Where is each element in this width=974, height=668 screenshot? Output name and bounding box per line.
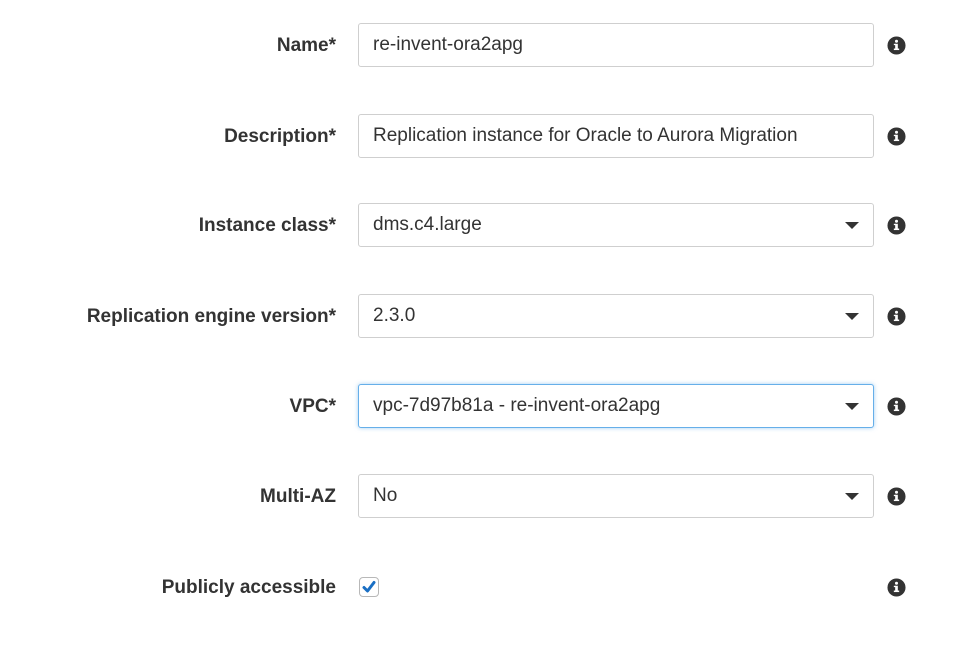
vpc-row: VPC* vpc-7d97b81a - re-invent-ora2apg xyxy=(0,384,974,430)
checkmark-icon xyxy=(362,581,376,593)
caret-down-icon xyxy=(845,403,859,410)
multi-az-value: No xyxy=(373,485,398,506)
vpc-label: VPC* xyxy=(289,396,336,417)
description-row: Description* xyxy=(0,114,974,160)
instance-class-select[interactable]: dms.c4.large xyxy=(358,203,874,247)
vpc-select[interactable]: vpc-7d97b81a - re-invent-ora2apg xyxy=(358,384,874,428)
description-input[interactable] xyxy=(358,114,874,158)
engine-version-value: 2.3.0 xyxy=(373,305,416,326)
caret-down-icon xyxy=(845,493,859,500)
multi-az-row: Multi-AZ No xyxy=(0,474,974,520)
publicly-accessible-label: Publicly accessible xyxy=(161,577,336,598)
engine-version-label: Replication engine version* xyxy=(86,306,336,327)
publicly-accessible-row: Publicly accessible xyxy=(0,565,974,611)
publicly-accessible-checkbox[interactable] xyxy=(359,577,379,597)
instance-class-label: Instance class* xyxy=(198,215,336,236)
name-label: Name* xyxy=(276,35,336,56)
caret-down-icon xyxy=(845,222,859,229)
caret-down-icon xyxy=(845,313,859,320)
info-icon[interactable] xyxy=(887,36,906,55)
instance-class-row: Instance class* dms.c4.large xyxy=(0,203,974,249)
engine-version-select[interactable]: 2.3.0 xyxy=(358,294,874,338)
engine-version-row: Replication engine version* 2.3.0 xyxy=(0,294,974,340)
multi-az-label: Multi-AZ xyxy=(260,486,336,507)
info-icon[interactable] xyxy=(887,578,906,597)
name-row: Name* xyxy=(0,23,974,69)
info-icon[interactable] xyxy=(887,487,906,506)
instance-class-value: dms.c4.large xyxy=(373,214,482,235)
info-icon[interactable] xyxy=(887,216,906,235)
name-input[interactable] xyxy=(358,23,874,67)
description-label: Description* xyxy=(224,126,336,147)
info-icon[interactable] xyxy=(887,307,906,326)
info-icon[interactable] xyxy=(887,127,906,146)
replication-instance-form: Name* Description* Instance class* dms.c… xyxy=(0,0,974,668)
multi-az-select[interactable]: No xyxy=(358,474,874,518)
info-icon[interactable] xyxy=(887,397,906,416)
vpc-value: vpc-7d97b81a - re-invent-ora2apg xyxy=(373,395,661,416)
